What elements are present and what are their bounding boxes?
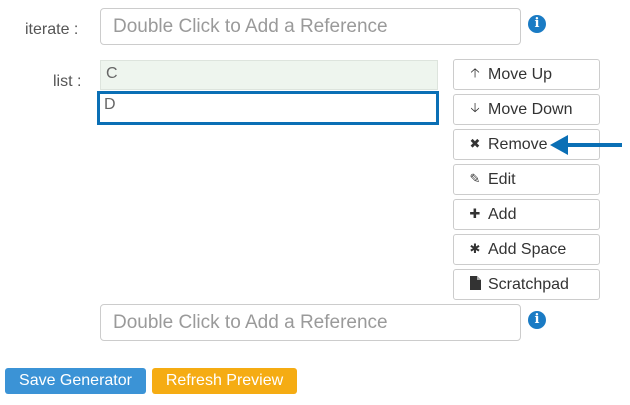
add-label: Add [488,205,517,223]
edit-label: Edit [488,170,516,188]
add-button[interactable]: ✚ Add [453,199,600,230]
add-space-button[interactable]: ✱ Add Space [453,234,600,265]
arrow-down-icon: 🡣 [470,100,480,116]
scratchpad-label: Scratchpad [488,275,569,293]
add-space-label: Add Space [488,240,567,258]
list-label: list : [53,73,82,90]
list-item-selected[interactable]: D [97,91,439,125]
times-icon: ✖ [469,137,481,152]
new-reference-input[interactable] [100,304,521,341]
move-up-label: Move Up [488,65,553,83]
move-down-label: Move Down [488,100,573,118]
list-item[interactable]: C [100,60,438,90]
refresh-preview-button[interactable]: Refresh Preview [152,368,297,394]
edit-button[interactable]: ✎ Edit [453,164,600,195]
arrow-up-icon: 🡡 [470,65,480,81]
remove-label: Remove [488,135,548,153]
arrow-left-icon [550,135,622,155]
asterisk-icon: ✱ [469,242,481,257]
pencil-icon: ✎ [469,172,481,187]
info-icon[interactable]: i [528,15,546,33]
info-icon[interactable]: i [528,311,546,329]
plus-icon: ✚ [469,207,481,222]
iterate-label: iterate : [25,21,79,38]
move-down-button[interactable]: 🡣 Move Down [453,94,600,125]
move-up-button[interactable]: 🡡 Move Up [453,59,600,90]
file-icon [466,275,484,294]
iterate-reference-input[interactable] [100,8,521,45]
save-generator-button[interactable]: Save Generator [5,368,146,394]
scratchpad-button[interactable]: Scratchpad [453,269,600,300]
